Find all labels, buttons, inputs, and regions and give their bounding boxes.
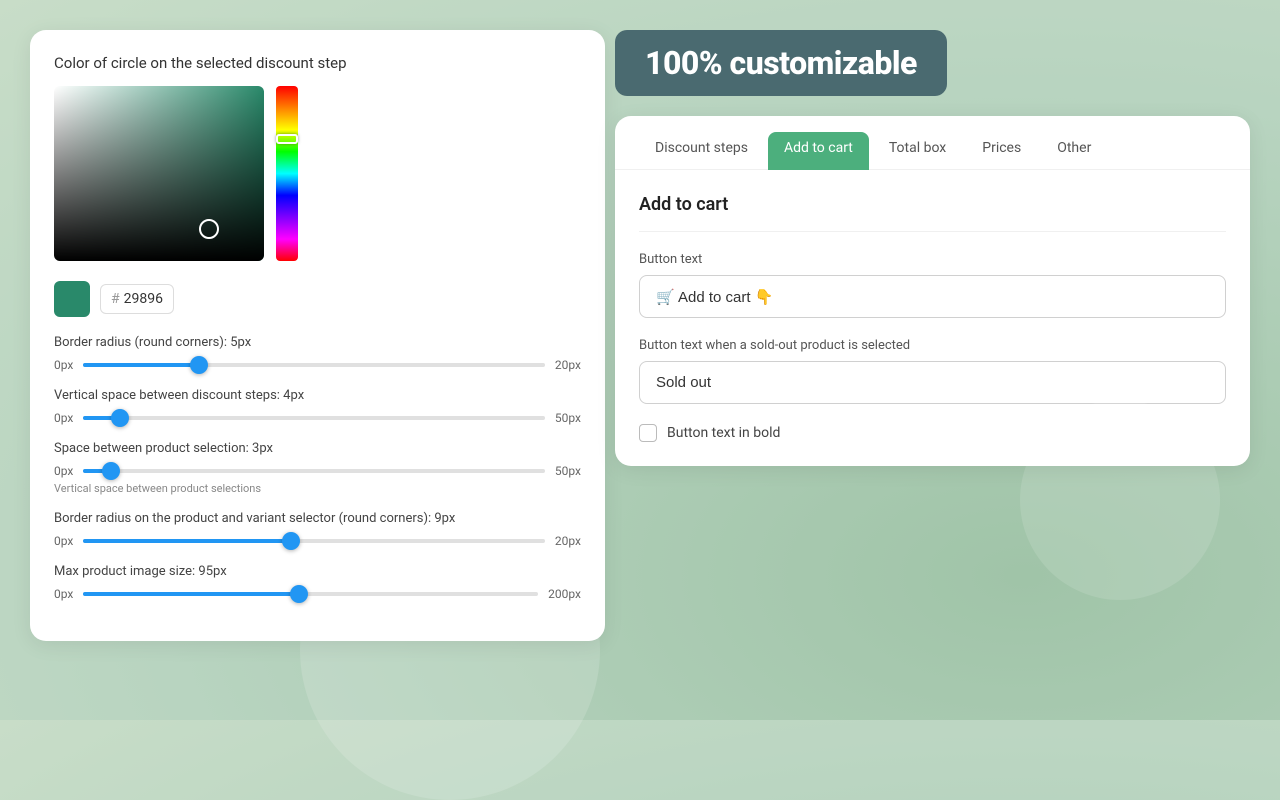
button-text-input[interactable]: [639, 275, 1226, 318]
color-picker-area: [54, 86, 581, 261]
sp-track[interactable]: [83, 469, 545, 473]
mis-min: 0px: [54, 587, 73, 601]
border-radius-fill: [83, 363, 198, 367]
button-text-group: Button text: [639, 252, 1226, 318]
left-panel-title: Color of circle on the selected discount…: [54, 54, 581, 72]
color-hex-display: # 29896: [100, 284, 174, 314]
max-image-size-section: Max product image size: 95px 0px 200px: [54, 564, 581, 601]
vss-track[interactable]: [83, 416, 545, 420]
bold-checkbox-row: Button text in bold: [639, 424, 1226, 442]
brs-thumb[interactable]: [282, 532, 300, 550]
mis-max: 200px: [548, 587, 581, 601]
border-radius-label: Border radius (round corners): 5px: [54, 335, 581, 350]
border-radius-track[interactable]: [83, 363, 545, 367]
mis-fill: [83, 592, 299, 596]
right-panel: 100% customizable Discount steps Add to …: [615, 30, 1250, 466]
brs-track[interactable]: [83, 539, 545, 543]
settings-panel: Discount steps Add to cart Total box Pri…: [615, 116, 1250, 466]
vertical-space-steps-row: 0px 50px: [54, 411, 581, 425]
mis-row: 0px 200px: [54, 587, 581, 601]
tab-total-box[interactable]: Total box: [873, 132, 962, 170]
color-input-row: # 29896: [54, 281, 581, 317]
brs-row: 0px 20px: [54, 534, 581, 548]
vertical-space-steps-label: Vertical space between discount steps: 4…: [54, 388, 581, 403]
sold-out-label: Button text when a sold-out product is s…: [639, 338, 1226, 353]
brs-label: Border radius on the product and variant…: [54, 511, 581, 526]
border-radius-slider-row: 0px 20px: [54, 358, 581, 372]
sold-out-group: Button text when a sold-out product is s…: [639, 338, 1226, 404]
tab-discount-steps[interactable]: Discount steps: [639, 132, 764, 170]
sp-max: 50px: [555, 464, 581, 478]
sp-thumb[interactable]: [102, 462, 120, 480]
mis-label: Max product image size: 95px: [54, 564, 581, 579]
space-product-row: 0px 50px: [54, 464, 581, 478]
color-swatch[interactable]: [54, 281, 90, 317]
button-text-label: Button text: [639, 252, 1226, 267]
mis-track[interactable]: [83, 592, 538, 596]
tab-add-to-cart[interactable]: Add to cart: [768, 132, 869, 170]
section-heading: Add to cart: [639, 194, 1226, 232]
space-product-label: Space between product selection: 3px: [54, 441, 581, 456]
hue-thumb[interactable]: [276, 134, 298, 144]
border-radius-min: 0px: [54, 358, 73, 372]
border-radius-selector-section: Border radius on the product and variant…: [54, 511, 581, 548]
border-radius-max: 20px: [555, 358, 581, 372]
space-product-note: Vertical space between product selection…: [54, 482, 581, 495]
mis-thumb[interactable]: [290, 585, 308, 603]
vertical-space-steps-section: Vertical space between discount steps: 4…: [54, 388, 581, 425]
bold-checkbox[interactable]: [639, 424, 657, 442]
settings-content: Add to cart Button text Button text when…: [615, 170, 1250, 466]
bold-label: Button text in bold: [667, 425, 780, 441]
space-product-section: Space between product selection: 3px 0px…: [54, 441, 581, 495]
color-hue-strip[interactable]: [276, 86, 298, 261]
left-panel: Color of circle on the selected discount…: [30, 30, 605, 641]
badge-title: 100% customizable: [615, 30, 947, 96]
sp-min: 0px: [54, 464, 73, 478]
vss-min: 0px: [54, 411, 73, 425]
tabs-row: Discount steps Add to cart Total box Pri…: [615, 116, 1250, 170]
border-radius-thumb[interactable]: [190, 356, 208, 374]
hex-value: 29896: [124, 291, 163, 307]
tab-prices[interactable]: Prices: [966, 132, 1037, 170]
border-radius-slider-section: Border radius (round corners): 5px 0px 2…: [54, 335, 581, 372]
brs-min: 0px: [54, 534, 73, 548]
vss-max: 50px: [555, 411, 581, 425]
sold-out-input[interactable]: [639, 361, 1226, 404]
color-gradient[interactable]: [54, 86, 264, 261]
brs-max: 20px: [555, 534, 581, 548]
gradient-thumb[interactable]: [199, 219, 219, 239]
tab-other[interactable]: Other: [1041, 132, 1107, 170]
hash-symbol: #: [111, 291, 120, 307]
brs-fill: [83, 539, 291, 543]
vss-thumb[interactable]: [111, 409, 129, 427]
